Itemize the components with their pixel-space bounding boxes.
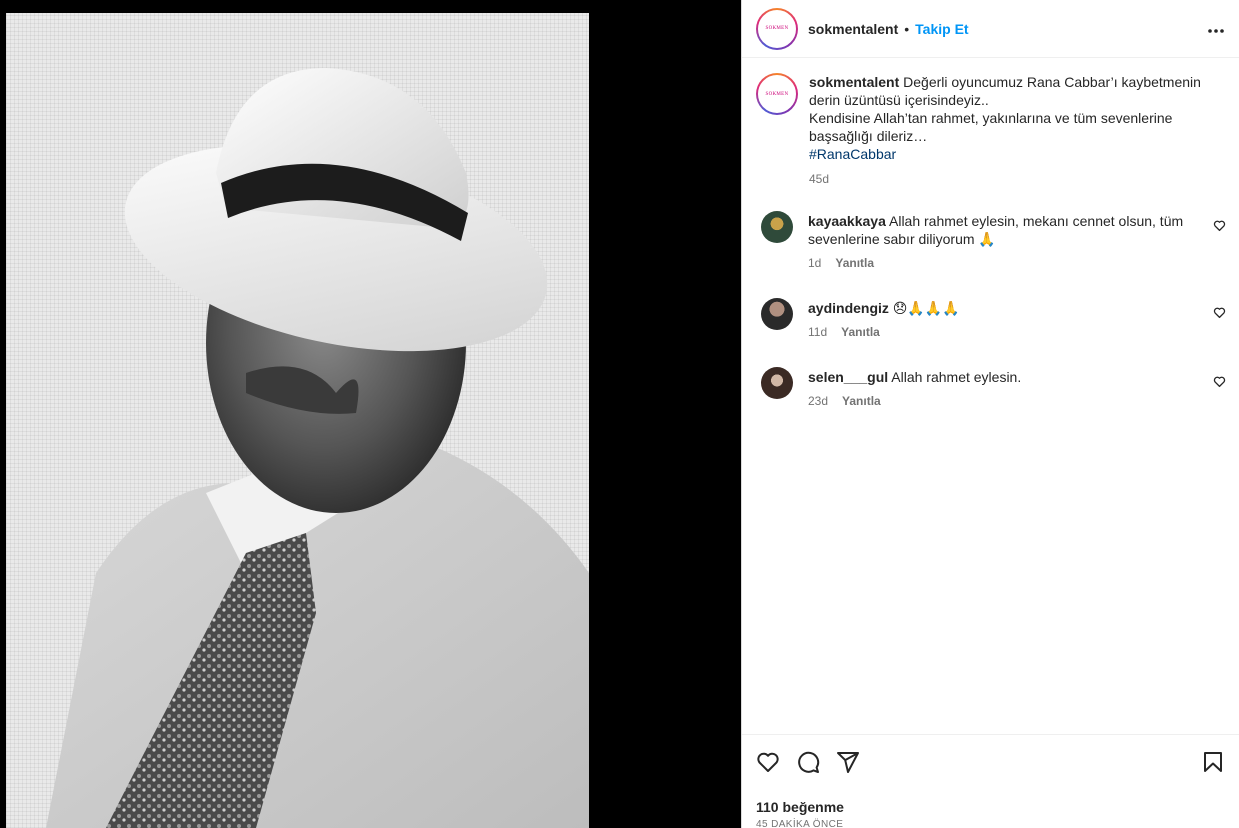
caption-avatar-logo-text: SOKMEN: [765, 91, 789, 97]
follow-button[interactable]: Takip Et: [915, 21, 968, 37]
like-heart-icon[interactable]: [756, 750, 780, 774]
comment-icon[interactable]: [796, 750, 820, 774]
caption-time[interactable]: 45d: [809, 170, 829, 188]
caption-username[interactable]: sokmentalent: [809, 74, 899, 90]
comment-username[interactable]: aydindengiz: [808, 300, 889, 316]
author-avatar[interactable]: SOKMEN: [756, 7, 798, 50]
reply-button[interactable]: Yanıtla: [842, 392, 881, 410]
comments-list[interactable]: SOKMEN sokmentalent Değerli oyuncumuz Ra…: [742, 59, 1239, 734]
avatar-logo-text: SOKMEN: [765, 26, 789, 31]
like-comment-heart-icon[interactable]: [1213, 306, 1226, 319]
comment-time[interactable]: 11d: [808, 323, 827, 341]
comment-text: 😞🙏🙏🙏: [888, 300, 960, 316]
like-comment-heart-icon[interactable]: [1213, 219, 1226, 232]
comment-item: aydindengiz 😞🙏🙏🙏 11d Yanıtla: [742, 298, 1239, 341]
portrait-illustration: [46, 68, 589, 828]
commenter-avatar[interactable]: [761, 367, 793, 399]
comment-body: aydindengiz 😞🙏🙏🙏 11d Yanıtla: [808, 299, 1188, 341]
post-side-panel: SOKMEN sokmentalent • Takip Et SOKMEN so…: [741, 0, 1239, 828]
caption-body: sokmentalent Değerli oyuncumuz Rana Cabb…: [809, 73, 1209, 188]
comment-body: selen___gul Allah rahmet eylesin. 23d Ya…: [808, 368, 1188, 410]
post-time-ago[interactable]: 45 DAKİKA ÖNCE: [756, 819, 1225, 828]
more-options-icon[interactable]: [1207, 18, 1225, 39]
comment-time[interactable]: 1d: [808, 254, 821, 272]
comment-text: Allah rahmet eylesin.: [888, 369, 1022, 385]
likes-count[interactable]: 110 beğenme: [756, 799, 1225, 815]
like-comment-heart-icon[interactable]: [1213, 375, 1226, 388]
post-photo[interactable]: [6, 13, 589, 828]
commenter-avatar[interactable]: [761, 298, 793, 330]
reply-button[interactable]: Yanıtla: [841, 323, 880, 341]
caption-hashtag[interactable]: #RanaCabbar: [809, 145, 1209, 163]
post-actions: 110 beğenme 45 DAKİKA ÖNCE: [742, 734, 1239, 828]
reply-button[interactable]: Yanıtla: [835, 254, 874, 272]
comment-item: selen___gul Allah rahmet eylesin. 23d Ya…: [742, 367, 1239, 410]
post-viewer: SOKMEN sokmentalent • Takip Et SOKMEN so…: [0, 0, 1239, 828]
action-icon-row: [756, 749, 1225, 775]
commenter-avatar[interactable]: [761, 211, 793, 243]
separator-dot: •: [904, 20, 910, 37]
post-caption: SOKMEN sokmentalent Değerli oyuncumuz Ra…: [742, 59, 1239, 188]
post-header: SOKMEN sokmentalent • Takip Et: [742, 0, 1239, 58]
comment-username[interactable]: selen___gul: [808, 369, 888, 385]
media-area: [0, 0, 741, 828]
comment-item: kayaakkaya Allah rahmet eylesin, mekanı …: [742, 211, 1239, 272]
share-icon[interactable]: [836, 750, 860, 774]
caption-text-line2: Kendisine Allah’tan rahmet, yakınlarına …: [809, 110, 1173, 144]
caption-author-avatar[interactable]: SOKMEN: [756, 73, 798, 115]
comment-body: kayaakkaya Allah rahmet eylesin, mekanı …: [808, 212, 1188, 272]
author-username[interactable]: sokmentalent: [808, 21, 898, 37]
save-bookmark-icon[interactable]: [1201, 750, 1225, 774]
comment-username[interactable]: kayaakkaya: [808, 213, 886, 229]
comment-time[interactable]: 23d: [808, 392, 828, 410]
